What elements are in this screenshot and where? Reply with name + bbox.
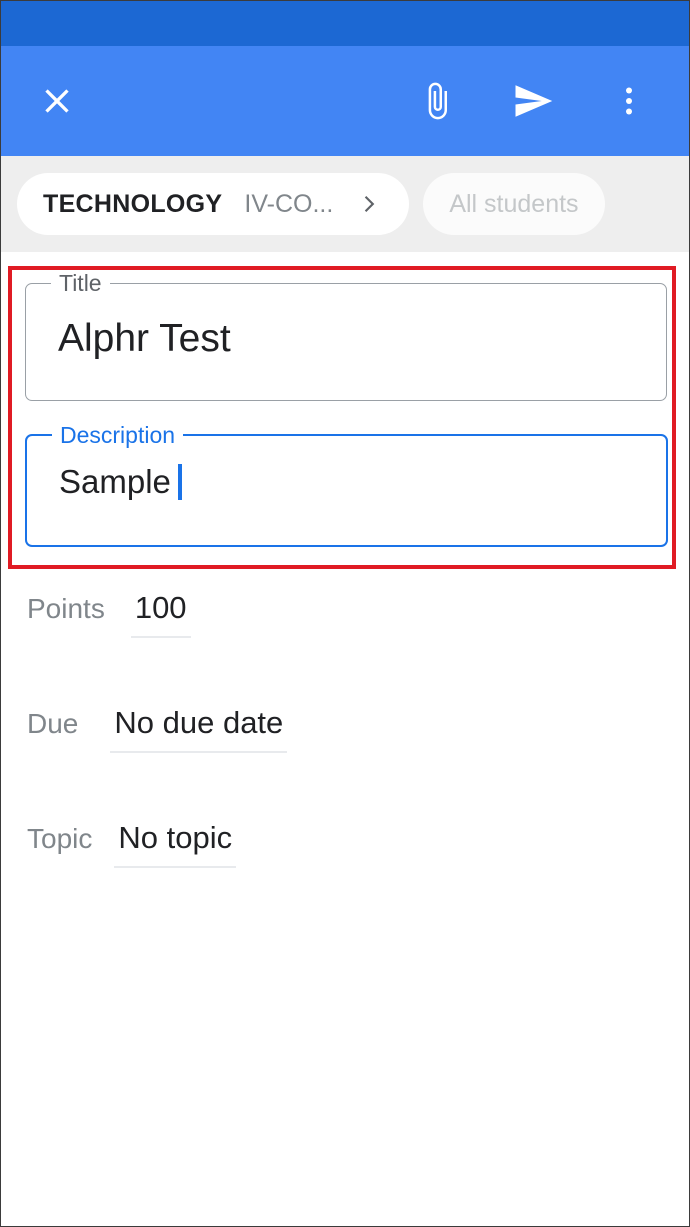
points-row[interactable]: Points 100 [1, 590, 689, 705]
title-field-value: Alphr Test [58, 317, 231, 360]
chevron-right-icon [357, 191, 383, 217]
paperclip-icon[interactable] [411, 75, 463, 127]
topic-value-underline: No topic [114, 820, 237, 868]
students-chip-label: All students [449, 189, 579, 218]
title-field[interactable]: Title Alphr Test [25, 269, 667, 401]
topic-value: No topic [118, 820, 233, 855]
topic-row[interactable]: Topic No topic [1, 820, 689, 935]
description-text: Sample [59, 463, 171, 500]
send-icon[interactable] [507, 75, 559, 127]
status-bar [1, 1, 689, 46]
due-label: Due [27, 708, 79, 739]
points-label: Points [27, 593, 105, 624]
more-vert-icon[interactable] [603, 75, 655, 127]
course-name-label: TECHNOLOGY [43, 189, 223, 218]
students-selector-chip[interactable]: All students [423, 173, 605, 235]
course-selector-chip[interactable]: TECHNOLOGY IV-CO... [17, 173, 410, 235]
app-bar-left-group [1, 75, 83, 127]
app-bar-actions [411, 75, 689, 127]
title-field-label: Title [51, 269, 110, 297]
description-field[interactable]: Description Sample [25, 421, 668, 547]
topic-label: Topic [27, 823, 93, 854]
app-bar [1, 46, 689, 156]
phone-screen: TECHNOLOGY IV-CO... All students Title A… [0, 0, 690, 1227]
points-value: 100 [134, 590, 187, 625]
assignment-form: Title Alphr Test Description Sample Poin… [1, 252, 689, 1226]
description-field-label: Description [52, 421, 184, 449]
description-field-value: Sample [59, 463, 182, 501]
due-value-underline: No due date [110, 705, 288, 753]
course-section-label: IV-CO... [244, 189, 334, 218]
due-value: No due date [114, 705, 284, 740]
assignment-meta-list: Points 100 Due No due date Topic No topi… [1, 590, 689, 935]
assignment-target-chips: TECHNOLOGY IV-CO... All students [1, 156, 689, 252]
text-caret [177, 464, 182, 500]
points-value-underline: 100 [130, 590, 191, 638]
close-icon[interactable] [31, 75, 83, 127]
due-date-row[interactable]: Due No due date [1, 705, 689, 820]
